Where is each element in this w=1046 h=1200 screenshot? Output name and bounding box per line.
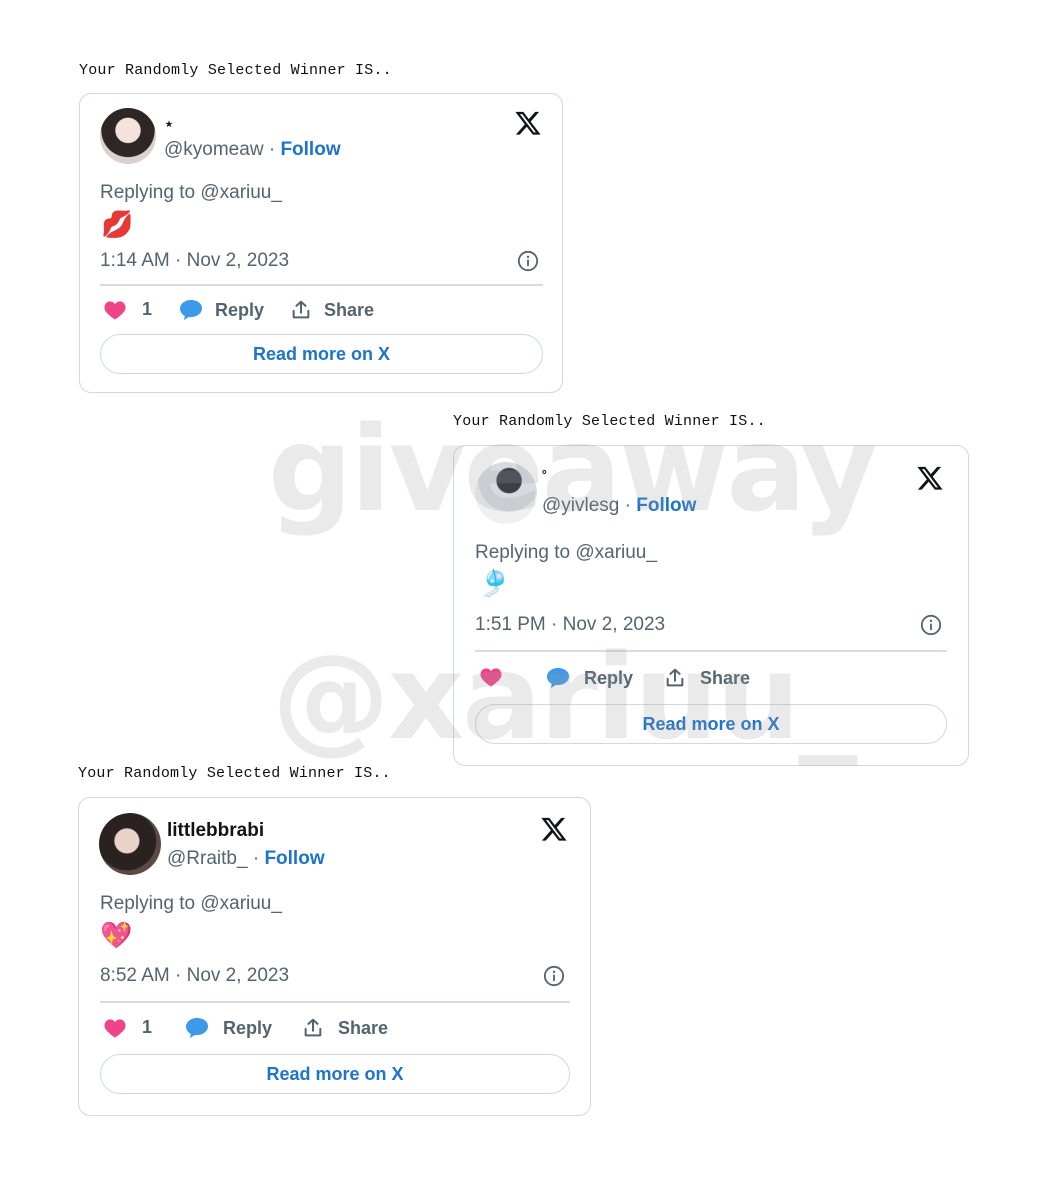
share-button[interactable]: Share [664,667,750,689]
share-button[interactable]: Share [290,299,374,321]
share-button[interactable]: Share [302,1017,388,1039]
share-icon [292,300,310,319]
timestamp[interactable]: 1:14 AM · Nov 2, 2023 [100,250,289,272]
share-icon [304,1018,322,1037]
reply-bubble-icon [180,300,202,320]
like-button[interactable] [480,667,512,687]
reply-label: Reply [223,1017,273,1038]
share-label: Share [338,1017,389,1038]
heart-icon [104,300,126,320]
timestamp[interactable]: 1:51 PM · Nov 2, 2023 [475,614,665,636]
winner-heading-3: Your Randomly Selected Winner IS.. [78,765,391,782]
handle-line: @yivlesg · Follow [542,495,696,517]
like-count: 1 [142,299,153,319]
replying-to: Replying to @xariuu_ [100,893,282,914]
divider [100,284,543,286]
tweet-emoji: 💋 [101,209,134,239]
display-name[interactable]: ˚ [542,470,547,488]
share-label: Share [324,299,375,320]
replying-to: Replying to @xariuu_ [475,542,657,563]
share-label: Share [700,667,751,688]
handle[interactable]: @kyomeaw [164,139,264,160]
info-icon[interactable] [920,614,942,636]
like-button[interactable]: 1 [104,1017,152,1038]
separator: · [624,495,631,516]
read-more-button[interactable]: Read more on X [100,334,543,374]
handle-line: @kyomeaw · Follow [164,139,341,161]
display-name[interactable]: littlebbrabi [167,820,264,842]
separator: · [252,848,260,869]
tweet-card-1: ⋆ @kyomeaw · Follow Replying to @xariuu_… [79,93,563,393]
read-more-button[interactable]: Read more on X [475,704,947,744]
reply-button[interactable]: Reply [179,299,264,321]
reply-button[interactable]: Reply [546,667,633,689]
like-count: 1 [142,1017,153,1037]
reply-label: Reply [584,667,634,688]
x-logo-icon[interactable] [916,464,944,492]
avatar[interactable] [475,462,537,524]
follow-link[interactable]: Follow [636,495,696,516]
x-logo-icon[interactable] [514,109,542,137]
tweet-card-2: ˚ @yivlesg · Follow Replying to @xariuu_… [453,445,969,766]
divider [475,650,947,652]
tweet-emoji: 💖 [100,920,133,950]
handle[interactable]: @yivlesg [542,495,619,516]
timestamp[interactable]: 8:52 AM · Nov 2, 2023 [100,965,289,987]
heart-icon [104,1018,126,1038]
info-icon[interactable] [517,250,539,272]
tweet-emoji: 🎐 [478,568,511,598]
separator: · [268,139,276,160]
follow-link[interactable]: Follow [280,139,340,160]
avatar[interactable] [99,813,161,875]
winner-heading-2: Your Randomly Selected Winner IS.. [453,413,766,430]
handle[interactable]: @Rraitb_ [167,848,248,869]
reply-button[interactable]: Reply [185,1017,272,1039]
divider [100,1001,570,1003]
replying-to: Replying to @xariuu_ [100,182,282,203]
display-name[interactable]: ⋆ [164,114,174,134]
reply-bubble-icon [186,1018,208,1038]
reply-bubble-icon [547,668,569,688]
like-button[interactable]: 1 [104,299,152,320]
read-more-button[interactable]: Read more on X [100,1054,570,1094]
follow-link[interactable]: Follow [264,848,324,869]
tweet-card-3: littlebbrabi @Rraitb_ · Follow Replying … [78,797,591,1116]
winner-heading-1: Your Randomly Selected Winner IS.. [79,62,392,79]
reply-label: Reply [215,299,265,320]
share-icon [666,668,684,687]
handle-line: @Rraitb_ · Follow [167,848,325,870]
x-logo-icon[interactable] [540,815,568,843]
info-icon[interactable] [543,965,565,987]
heart-icon [480,668,502,687]
avatar[interactable] [100,108,156,164]
